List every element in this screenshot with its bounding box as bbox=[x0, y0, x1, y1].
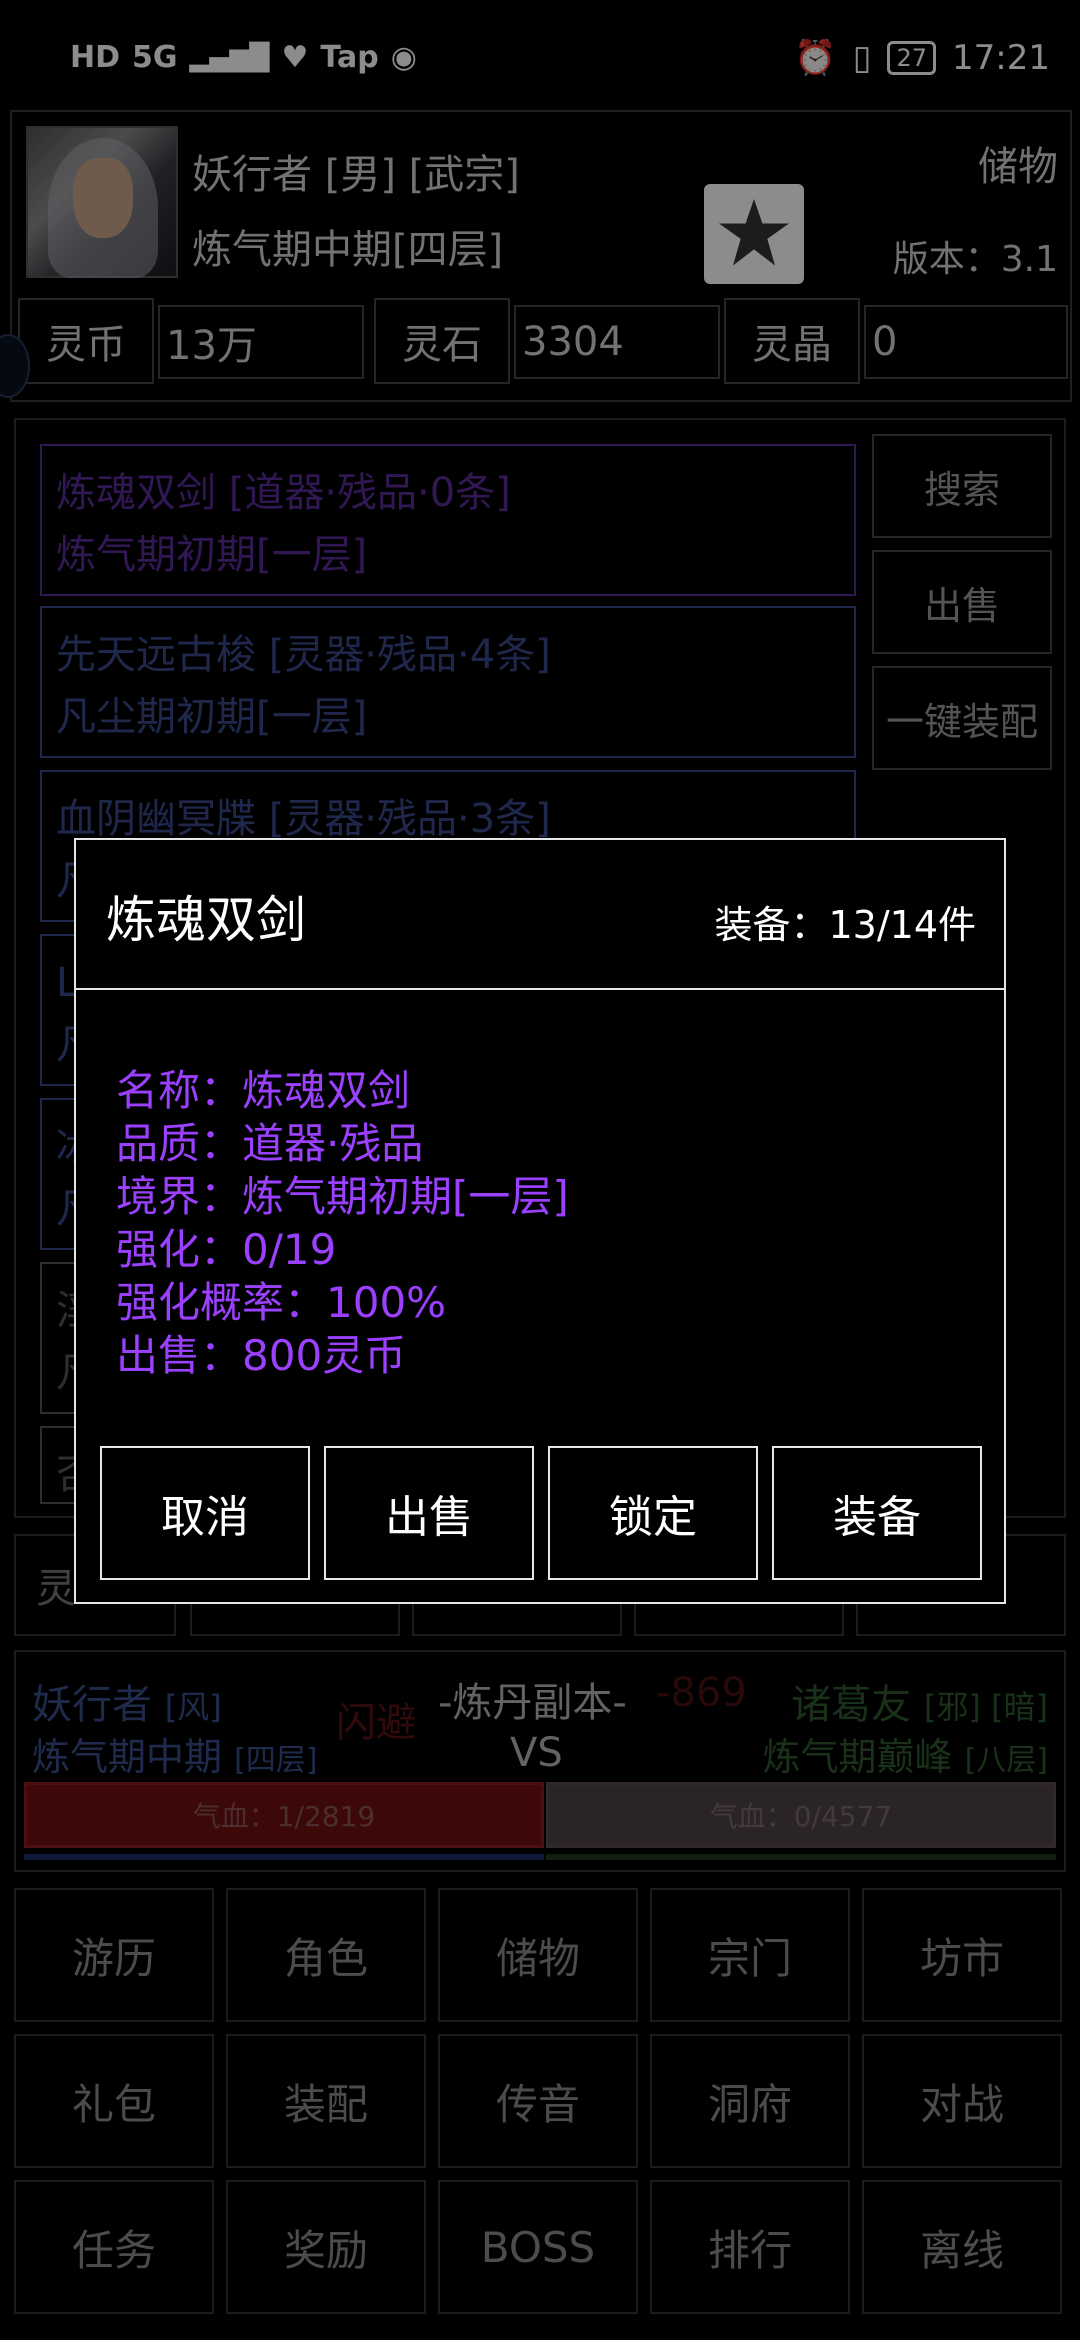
cancel-button[interactable]: 取消 bbox=[100, 1446, 310, 1580]
detail-realm: 境界：炼气期初期[一层] bbox=[116, 1172, 569, 1221]
dialog-title: 炼魂双剑 bbox=[106, 891, 306, 949]
detail-name: 名称：炼魂双剑 bbox=[116, 1066, 411, 1115]
item-details: 名称：炼魂双剑 品质：道器·残品 境界：炼气期初期[一层] 强化：0/19 强化… bbox=[116, 1064, 569, 1382]
dialog-divider bbox=[76, 988, 1004, 990]
detail-sell-price: 出售：800灵币 bbox=[116, 1331, 407, 1380]
equip-button[interactable]: 装备 bbox=[772, 1446, 982, 1580]
sell-item-button[interactable]: 出售 bbox=[324, 1446, 534, 1580]
detail-enhance-rate: 强化概率：100% bbox=[116, 1278, 447, 1327]
detail-quality: 品质：道器·残品 bbox=[116, 1119, 424, 1168]
lock-button[interactable]: 锁定 bbox=[548, 1446, 758, 1580]
item-detail-dialog: 炼魂双剑 装备：13/14件 名称：炼魂双剑 品质：道器·残品 境界：炼气期初期… bbox=[74, 838, 1006, 1604]
detail-enhance: 强化：0/19 bbox=[116, 1225, 337, 1274]
equip-count: 装备：13/14件 bbox=[714, 903, 976, 947]
